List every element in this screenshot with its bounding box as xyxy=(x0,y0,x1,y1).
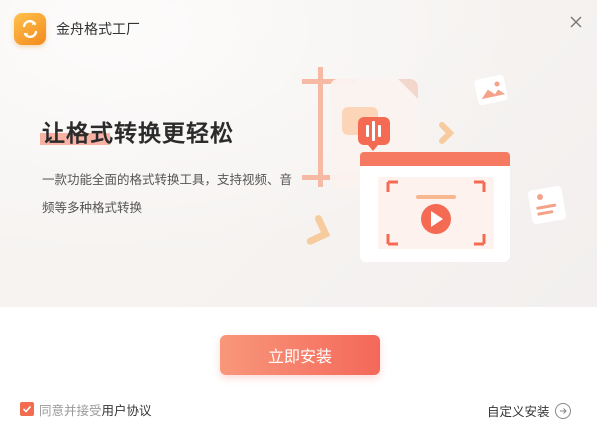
agreement-checkbox[interactable] xyxy=(20,402,34,416)
custom-install-link[interactable]: 自定义安装 xyxy=(487,401,571,420)
install-button[interactable]: 立即安装 xyxy=(220,335,380,375)
app-logo-icon xyxy=(14,13,46,45)
conversion-illustration xyxy=(302,67,567,262)
headline: 让格式转换更轻松 xyxy=(42,121,234,147)
checkmark-icon xyxy=(22,405,32,413)
close-button[interactable] xyxy=(566,12,586,32)
custom-install-label: 自定义安装 xyxy=(487,404,550,419)
agreement-row: 同意并接受 用户协议 xyxy=(20,400,152,419)
user-agreement-link[interactable]: 用户协议 xyxy=(102,400,152,419)
agreement-prefix: 同意并接受 xyxy=(39,402,102,418)
app-title: 金舟格式工厂 xyxy=(56,22,140,38)
close-icon xyxy=(570,16,582,28)
arrow-right-circle-icon xyxy=(554,402,571,419)
subtitle: 一款功能全面的格式转换工具，支持视频、音频等多种格式转换 xyxy=(42,172,293,215)
